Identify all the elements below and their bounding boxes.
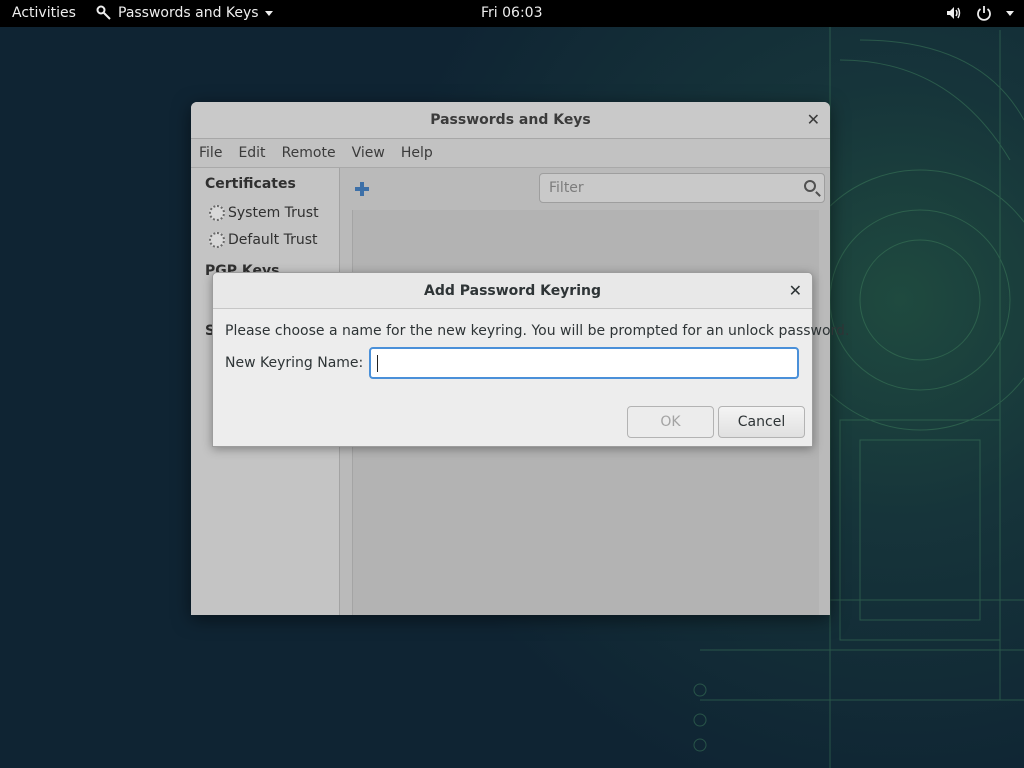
- keyring-name-input[interactable]: [369, 347, 799, 379]
- search-icon: [804, 180, 816, 192]
- add-button[interactable]: [354, 178, 370, 203]
- window-close-button[interactable]: ✕: [807, 110, 820, 129]
- cancel-button[interactable]: Cancel: [718, 406, 805, 438]
- sidebar-item-default-trust[interactable]: Default Trust: [209, 232, 318, 248]
- chevron-down-icon: [1006, 10, 1014, 16]
- menu-remote[interactable]: Remote: [274, 139, 344, 167]
- window-titlebar[interactable]: Passwords and Keys ✕: [191, 102, 830, 139]
- menu-help[interactable]: Help: [393, 139, 441, 167]
- sidebar-item-label: System Trust: [228, 205, 319, 221]
- text-cursor: [377, 355, 378, 372]
- gear-icon: [209, 205, 225, 221]
- sidebar-item-system-trust[interactable]: System Trust: [209, 205, 319, 221]
- plus-icon: [355, 182, 369, 196]
- dialog-message: Please choose a name for the new keyring…: [225, 323, 850, 339]
- gear-icon: [209, 232, 225, 248]
- keyring-name-label: New Keyring Name:: [225, 355, 364, 371]
- menubar: File Edit Remote View Help: [191, 139, 830, 168]
- system-tray[interactable]: [946, 5, 1014, 21]
- menu-view[interactable]: View: [344, 139, 393, 167]
- window-title: Passwords and Keys: [430, 112, 591, 128]
- keys-icon: [96, 5, 111, 20]
- filter-placeholder: Filter: [549, 180, 584, 196]
- volume-icon: [947, 7, 961, 19]
- clock[interactable]: Fri 06:03: [481, 5, 542, 21]
- sidebar-item-label: Default Trust: [228, 232, 318, 248]
- menu-file[interactable]: File: [191, 139, 230, 167]
- dialog-close-button[interactable]: ✕: [789, 281, 802, 300]
- top-bar: Activities Passwords and Keys Fri 06:03: [0, 0, 1024, 27]
- app-menu[interactable]: Passwords and Keys: [96, 5, 273, 21]
- menu-edit[interactable]: Edit: [230, 139, 273, 167]
- app-menu-label: Passwords and Keys: [118, 5, 259, 21]
- dialog-title: Add Password Keyring: [423, 283, 602, 299]
- add-keyring-dialog: Add Password Keyring ✕ Please choose a n…: [212, 272, 849, 447]
- power-icon: [977, 6, 991, 21]
- dialog-titlebar[interactable]: Add Password Keyring ✕: [213, 273, 812, 309]
- chevron-down-icon: [264, 10, 273, 16]
- sidebar-heading-certificates: Certificates: [205, 176, 296, 192]
- ok-button[interactable]: OK: [627, 406, 714, 438]
- activities-button[interactable]: Activities: [12, 5, 76, 21]
- filter-input[interactable]: Filter: [539, 173, 825, 203]
